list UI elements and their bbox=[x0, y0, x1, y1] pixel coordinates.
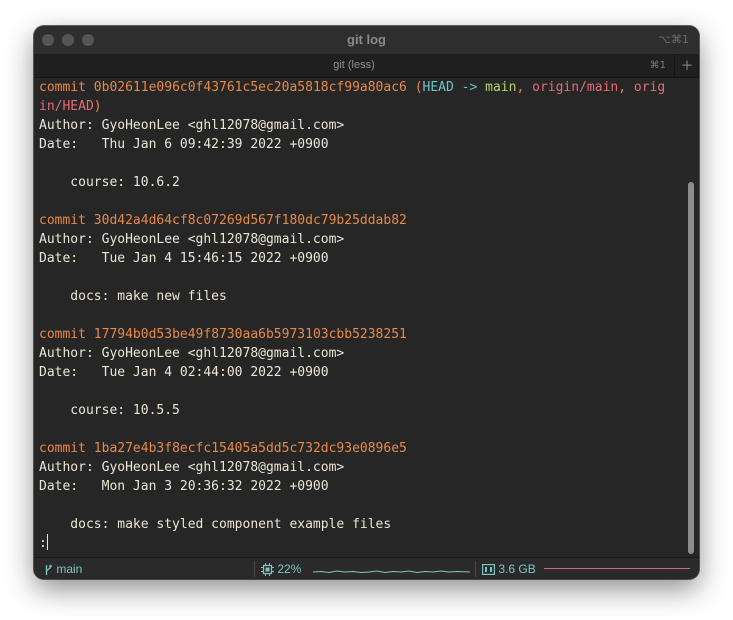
tab-label: git (less) bbox=[333, 59, 375, 71]
commit-line-wrap: in/HEAD) bbox=[39, 97, 684, 116]
text-cursor bbox=[46, 534, 48, 550]
new-tab-button[interactable]: + bbox=[675, 54, 699, 77]
author-line: Author: GyoHeonLee <ghl12078@gmail.com> bbox=[39, 460, 345, 475]
commit-hash: 1ba27e4b3f8ecfc15405a5dd5c732dc93e0896e5 bbox=[93, 441, 407, 456]
date-line: Date: Mon Jan 3 20:36:32 2022 +0900 bbox=[39, 479, 329, 494]
ref-separator: , bbox=[516, 80, 533, 95]
commit-word: commit bbox=[39, 213, 86, 228]
commit-message: docs: make new files bbox=[39, 289, 227, 304]
commit-message: docs: make styled component example file… bbox=[39, 517, 392, 532]
commit-message: course: 10.6.2 bbox=[39, 175, 180, 190]
cpu-component[interactable]: 22% bbox=[261, 558, 301, 579]
author-line: Author: GyoHeonLee <ghl12078@gmail.com> bbox=[39, 232, 345, 247]
git-branch-icon bbox=[45, 564, 52, 575]
git-branch-component[interactable]: main bbox=[44, 558, 82, 579]
ref-close: ) bbox=[93, 99, 102, 114]
date-line: Date: Tue Jan 4 15:46:15 2022 +0900 bbox=[39, 251, 329, 266]
tab-bar: git (less) ⌘1 + bbox=[34, 54, 699, 78]
date-line: Date: Tue Jan 4 02:44:00 2022 +0900 bbox=[39, 365, 329, 380]
memory-component[interactable]: 3.6 GB bbox=[482, 558, 536, 579]
tab-git-less[interactable]: git (less) ⌘1 bbox=[34, 54, 675, 77]
remote-head-ref: orig bbox=[633, 80, 666, 95]
cpu-chip-icon bbox=[261, 563, 274, 577]
window-shortcut: ⌥⌘1 bbox=[658, 33, 689, 46]
branch-ref: main bbox=[485, 80, 517, 95]
window-title: git log bbox=[347, 32, 386, 47]
author-line: Author: GyoHeonLee <ghl12078@gmail.com> bbox=[39, 118, 345, 133]
title-bar[interactable]: git log ⌥⌘1 bbox=[34, 26, 699, 54]
branch-name: main bbox=[56, 562, 83, 576]
commit-hash: 0b02611e096c0f43761c5ec20a5818cf99a80ac6 bbox=[93, 80, 407, 95]
head-ref: HEAD -> bbox=[422, 80, 486, 95]
author-line: Author: GyoHeonLee <ghl12078@gmail.com> bbox=[39, 346, 345, 361]
plus-icon: + bbox=[680, 56, 694, 74]
ref-separator: , bbox=[618, 80, 634, 95]
scrollbar-thumb[interactable] bbox=[688, 182, 694, 554]
commit-word: commit bbox=[39, 80, 86, 95]
terminal-output[interactable]: commit 0b02611e096c0f43761c5ec20a5818cf9… bbox=[39, 78, 684, 556]
prompt-colon: : bbox=[39, 536, 47, 551]
commit-message: course: 10.5.5 bbox=[39, 403, 180, 418]
pager-prompt[interactable]: : bbox=[39, 534, 684, 553]
scrollbar[interactable] bbox=[686, 78, 697, 556]
memory-usage: 3.6 GB bbox=[498, 562, 536, 576]
memory-graph bbox=[544, 568, 690, 569]
status-bar: main 22% 3.6 GB bbox=[34, 557, 699, 579]
cpu-percent: 22% bbox=[277, 562, 302, 576]
commit-word: commit bbox=[39, 327, 86, 342]
commit-line: commit 30d42a4d64cf8c07269d567f180dc79b2… bbox=[39, 211, 684, 230]
date-line: Date: Thu Jan 6 09:42:39 2022 +0900 bbox=[39, 137, 329, 152]
commit-line: commit 0b02611e096c0f43761c5ec20a5818cf9… bbox=[39, 78, 684, 97]
commit-line: commit 17794b0d53be49f8730aa6b5973103cbb… bbox=[39, 325, 684, 344]
ref-open: ( bbox=[406, 80, 423, 95]
status-divider bbox=[475, 561, 476, 577]
terminal-window: git log ⌥⌘1 git (less) ⌘1 + commit 0b026… bbox=[34, 26, 699, 579]
status-divider bbox=[254, 561, 255, 577]
cpu-graph bbox=[313, 570, 470, 574]
memory-module-icon bbox=[482, 564, 495, 576]
tab-shortcut: ⌘1 bbox=[649, 60, 666, 71]
commit-word: commit bbox=[39, 441, 86, 456]
remote-head-ref-wrap: in/HEAD bbox=[39, 99, 94, 114]
commit-line: commit 1ba27e4b3f8ecfc15405a5dd5c732dc93… bbox=[39, 439, 684, 458]
commit-hash: 17794b0d53be49f8730aa6b5973103cbb5238251 bbox=[93, 327, 407, 342]
remote-ref: origin/main bbox=[532, 80, 619, 95]
commit-hash: 30d42a4d64cf8c07269d567f180dc79b25ddab82 bbox=[93, 213, 407, 228]
